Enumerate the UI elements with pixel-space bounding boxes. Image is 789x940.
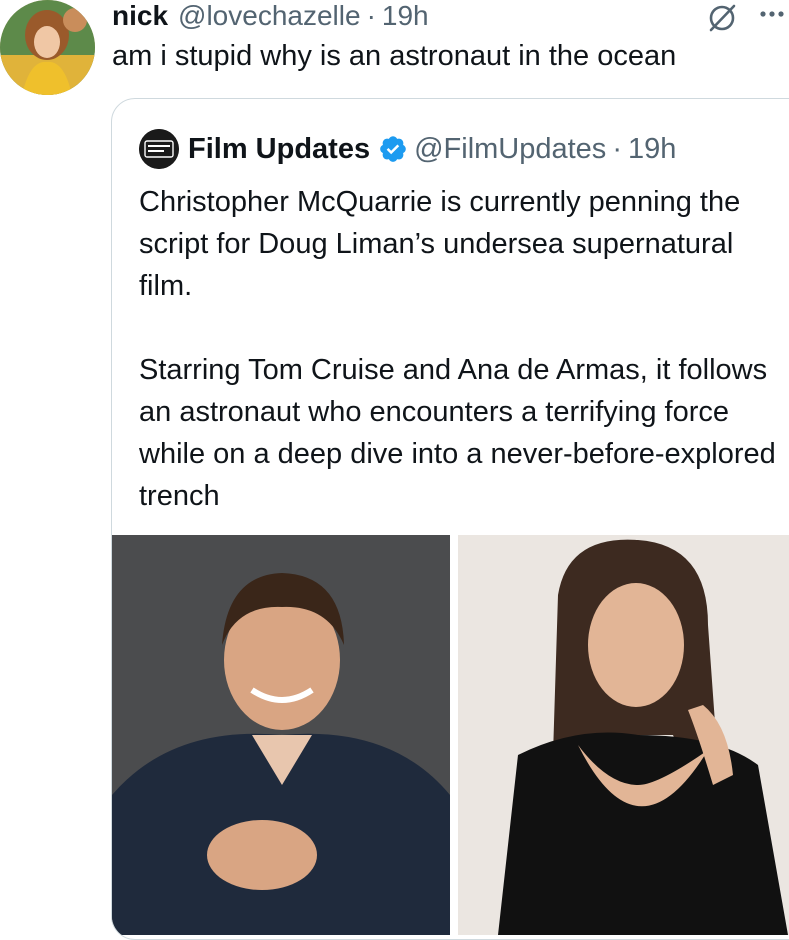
author-name[interactable]: nick	[112, 0, 168, 32]
quoted-body: Christopher McQuarrie is currently penni…	[139, 181, 779, 517]
quoted-tweet-card[interactable]: Film Updates @FilmUpdates · 19h Christop…	[111, 98, 789, 940]
tweet-timestamp[interactable]: 19h	[382, 0, 429, 32]
quoted-author-name[interactable]: Film Updates	[188, 133, 370, 166]
quoted-author-avatar[interactable]	[139, 129, 179, 169]
media-photo-left[interactable]	[112, 535, 450, 935]
quoted-header: Film Updates @FilmUpdates · 19h	[188, 129, 676, 169]
quoted-author-handle[interactable]: @FilmUpdates	[414, 133, 606, 166]
quoted-timestamp[interactable]: 19h	[628, 133, 676, 166]
more-icon[interactable]	[757, 4, 787, 24]
film-updates-logo-icon	[139, 129, 179, 169]
author-handle[interactable]: @lovechazelle	[178, 0, 361, 32]
quoted-media-grid	[112, 535, 789, 935]
media-photo-right[interactable]	[458, 535, 789, 935]
quoted-paragraph-1: Christopher McQuarrie is currently penni…	[139, 186, 741, 302]
verified-badge-icon	[380, 136, 406, 162]
header-separator: ·	[366, 0, 376, 31]
tweet-header: nick @lovechazelle · 19h	[112, 0, 429, 32]
quoted-paragraph-2: Starring Tom Cruise and Ana de Armas, it…	[139, 354, 776, 512]
quoted-header-separator: ·	[612, 132, 622, 165]
author-avatar[interactable]	[0, 0, 95, 95]
grok-icon[interactable]	[706, 2, 738, 34]
tweet-text: am i stupid why is an astronaut in the o…	[112, 40, 677, 72]
